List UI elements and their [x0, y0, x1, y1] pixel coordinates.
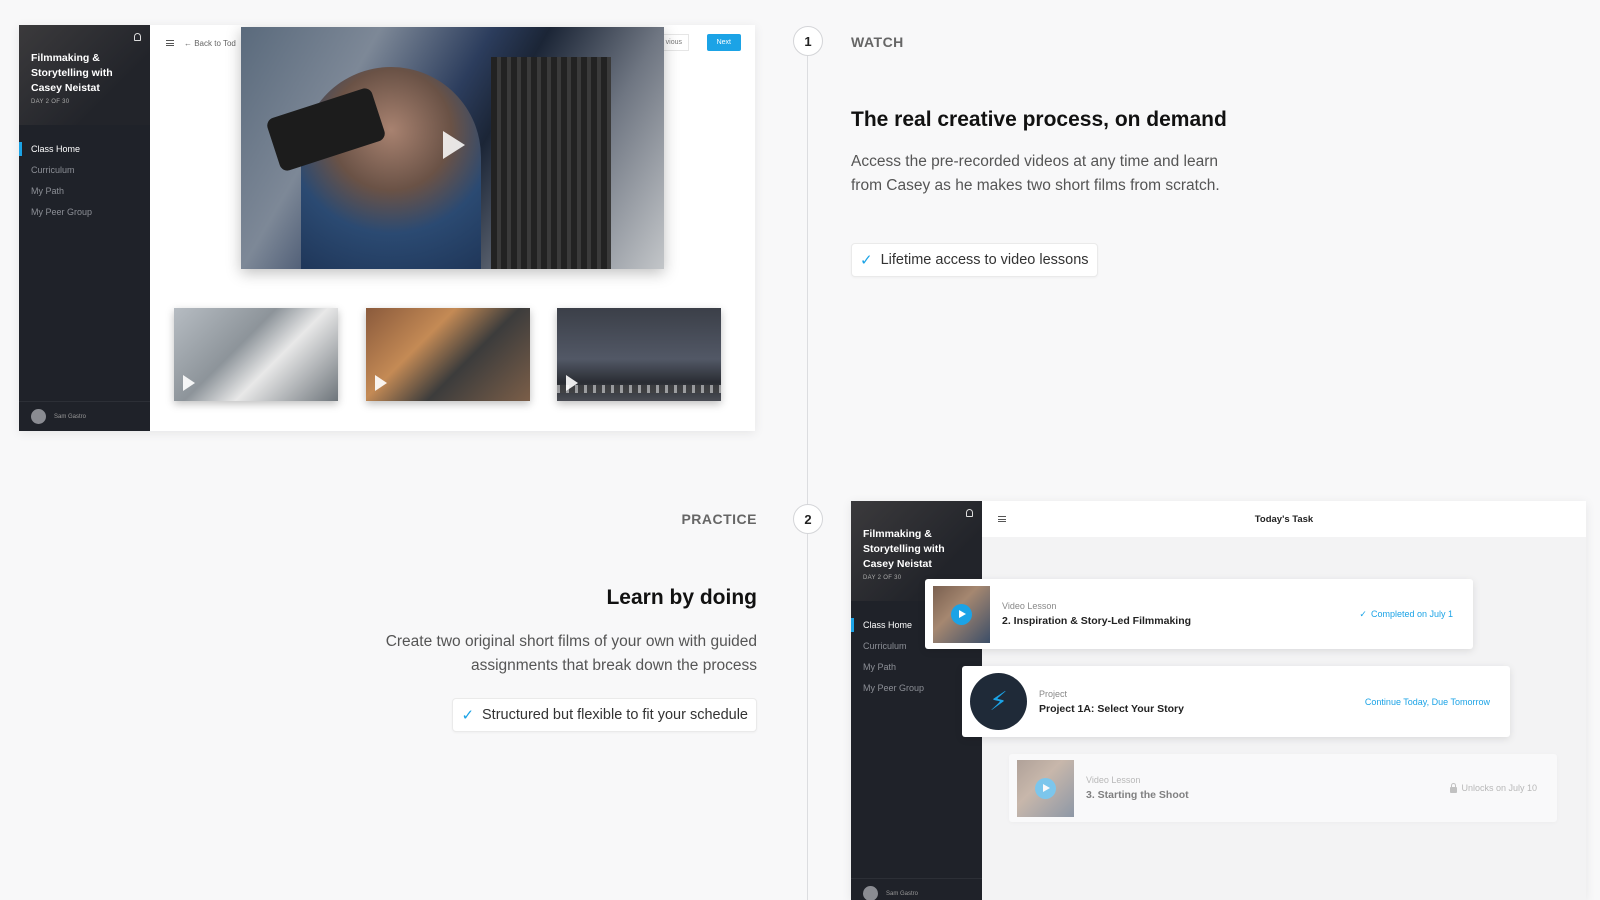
task-card[interactable]: ⚡ Project Project 1A: Select Your Story … [962, 666, 1510, 737]
video-subject [301, 67, 481, 269]
back-link[interactable]: ← Back to Tod [184, 39, 236, 48]
checkmark-icon: ✓ [461, 707, 475, 724]
task-status-text[interactable]: Continue Today, Due Tomorrow [1365, 697, 1490, 707]
task-status-text: Completed on July 1 [1370, 609, 1453, 619]
watch-app-screenshot: Filmmaking & Storytelling with Casey Nei… [19, 25, 755, 431]
sidebar-nav: Class Home Curriculum My Path My Peer Gr… [19, 125, 150, 223]
user-name: Sam Gastro [886, 890, 919, 897]
play-icon [1035, 777, 1056, 799]
task-status-text: Unlocks on July 10 [1461, 783, 1537, 793]
watch-label: WATCH [851, 34, 904, 50]
task-text: Video Lesson 2. Inspiration & Story-Led … [1002, 601, 1191, 627]
step-1-marker: 1 [793, 26, 823, 56]
sidebar-item-my-peer-group[interactable]: My Peer Group [19, 202, 150, 223]
lightning-bolt-icon: ⚡ [970, 673, 1027, 730]
video-thumbnail[interactable] [174, 308, 338, 401]
task-card: Video Lesson 3. Starting the Shoot Unloc… [1009, 754, 1557, 822]
task-text: Video Lesson 3. Starting the Shoot [1086, 775, 1189, 801]
play-icon[interactable] [443, 131, 465, 159]
course-title: Filmmaking & Storytelling with Casey Nei… [863, 528, 945, 570]
sidebar-item-my-path[interactable]: My Path [19, 181, 150, 202]
task-text: Project Project 1A: Select Your Story [1039, 689, 1184, 715]
watch-feature-pill: ✓ Lifetime access to video lessons [851, 243, 1098, 277]
top-bar: Today's Task [982, 501, 1586, 537]
next-button[interactable]: Next [706, 34, 741, 51]
practice-app-screenshot: Filmmaking & Storytelling with Casey Nei… [851, 501, 1586, 900]
task-status[interactable]: Continue Today, Due Tomorrow [1365, 666, 1490, 737]
task-name: 2. Inspiration & Story-Led Filmmaking [1002, 615, 1192, 627]
avatar[interactable] [863, 886, 878, 900]
practice-label: PRACTICE [681, 511, 757, 527]
course-title: Filmmaking & Storytelling with Casey Nei… [31, 52, 113, 94]
checkmark-icon: ✓ [860, 252, 873, 269]
task-kind: Video Lesson [1002, 601, 1057, 611]
play-icon[interactable] [183, 375, 195, 391]
course-hero: Filmmaking & Storytelling with Casey Nei… [19, 25, 150, 125]
watch-feature-text: Lifetime access to video lessons [880, 252, 1089, 268]
bell-icon[interactable] [134, 33, 141, 41]
task-status: ✓ Completed on July 1 [1359, 579, 1453, 649]
sidebar-item-class-home[interactable]: Class Home [19, 139, 150, 160]
sidebar-item-curriculum[interactable]: Curriculum [19, 160, 150, 181]
task-kind: Project [1039, 688, 1068, 699]
checkmark-icon: ✓ [1359, 608, 1367, 619]
course-sidebar: Filmmaking & Storytelling with Casey Nei… [19, 25, 150, 431]
course-day: DAY 2 OF 30 [31, 99, 70, 105]
video-background [491, 57, 611, 269]
task-card[interactable]: Video Lesson 2. Inspiration & Story-Led … [925, 579, 1473, 649]
avatar[interactable] [31, 409, 46, 424]
practice-feature-text: Structured but flexible to fit your sche… [482, 707, 748, 723]
video-thumbnail[interactable] [557, 308, 721, 401]
menu-icon[interactable] [166, 40, 174, 46]
bell-icon[interactable] [966, 509, 973, 517]
sidebar-footer: Sam Gastro [851, 878, 982, 900]
timeline-line [807, 26, 808, 900]
task-kind: Video Lesson [1086, 775, 1141, 785]
main-video-player[interactable] [241, 27, 664, 269]
todays-task-title: Today's Task [1254, 513, 1314, 525]
lock-icon [1450, 782, 1458, 793]
practice-heading: Learn by doing [606, 586, 757, 609]
lesson-thumbnail [933, 585, 990, 643]
task-status: Unlocks on July 10 [1450, 754, 1537, 822]
task-name: 3. Starting the Shoot [1086, 789, 1189, 801]
timeline-strip [557, 385, 721, 393]
practice-feature-pill: ✓ Structured but flexible to fit your sc… [452, 698, 757, 732]
play-icon[interactable] [375, 375, 387, 391]
watch-heading: The real creative process, on demand [851, 108, 1227, 131]
play-icon[interactable] [951, 603, 972, 625]
video-thumbnail[interactable] [366, 308, 530, 401]
watch-description: Access the pre-recorded videos at any ti… [851, 153, 1220, 194]
task-name: Project 1A: Select Your Story [1039, 702, 1184, 715]
practice-description: Create two original short films of your … [385, 633, 757, 674]
user-name: Sam Gastro [54, 413, 87, 420]
play-icon[interactable] [566, 375, 578, 391]
lesson-thumbnail [1017, 759, 1074, 817]
step-2-marker: 2 [793, 504, 823, 534]
sidebar-footer: Sam Gastro [19, 401, 150, 431]
